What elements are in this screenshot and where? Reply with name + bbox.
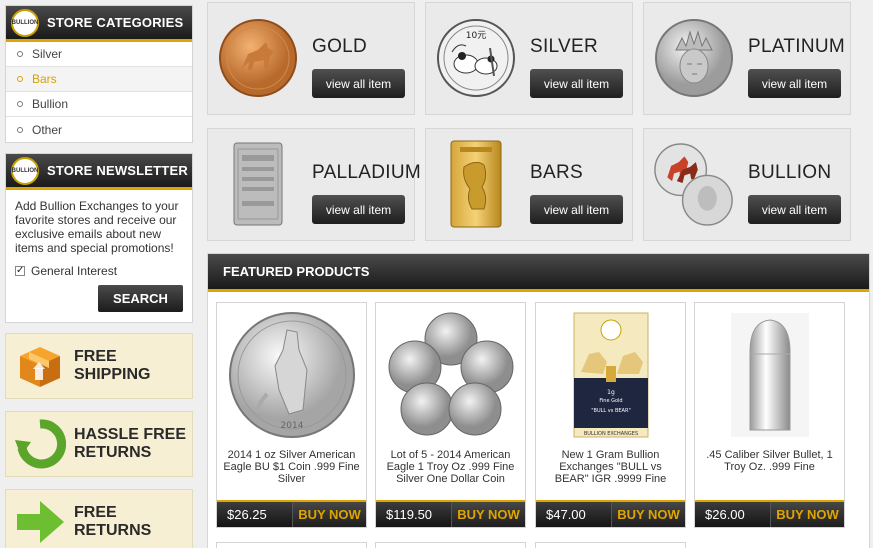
store-newsletter-title: STORE NEWSLETTER bbox=[47, 163, 188, 178]
product-title[interactable]: New 1 Gram Bullion Exchanges "BULL vs BE… bbox=[542, 449, 679, 485]
right-arrow-icon bbox=[14, 496, 66, 548]
view-all-palladium-button[interactable]: view all item bbox=[312, 195, 405, 224]
promo-text: FREE SHIPPING bbox=[74, 348, 151, 383]
category-item-other[interactable]: Other bbox=[6, 117, 192, 142]
product-title[interactable]: Lot of 5 - 2014 American Eagle 1 Troy Oz… bbox=[382, 449, 519, 485]
view-all-bars-button[interactable]: view all item bbox=[530, 195, 623, 224]
promo-text: FREE RETURNS bbox=[74, 504, 152, 539]
buy-now-button[interactable]: BUY NOW bbox=[451, 502, 525, 527]
tile-silver[interactable]: 10元 SILVER view all item bbox=[425, 2, 633, 115]
svg-text:10元: 10元 bbox=[466, 31, 486, 41]
tile-bullion[interactable]: BULLION view all item bbox=[643, 128, 851, 241]
product-title[interactable]: 2014 1 oz Silver American Eagle BU $1 Co… bbox=[223, 449, 360, 485]
bullet-icon bbox=[17, 101, 23, 107]
store-newsletter-header: BULLION STORE NEWSLETTER bbox=[6, 154, 192, 190]
tile-platinum[interactable]: PLATINUM view all item bbox=[643, 2, 851, 115]
gold-coin-icon bbox=[218, 15, 298, 100]
tile-gold[interactable]: GOLD view all item bbox=[207, 2, 415, 115]
store-categories-header: BULLION STORE CATEGORIES bbox=[6, 6, 192, 42]
free-shipping-promo[interactable]: FREE SHIPPING bbox=[5, 333, 193, 399]
category-label: Other bbox=[32, 122, 63, 137]
svg-text:"BULL vs BEAR": "BULL vs BEAR" bbox=[591, 408, 631, 414]
product-title[interactable]: .45 Caliber Silver Bullet, 1 Troy Oz. .9… bbox=[701, 449, 838, 473]
box-icon bbox=[14, 340, 66, 392]
silver-eagle-coin-icon: 2014 bbox=[225, 309, 359, 441]
promo-text: HASSLE FREE RETURNS bbox=[74, 426, 187, 461]
bullet-icon bbox=[17, 76, 23, 82]
newsletter-body: Add Bullion Exchanges to your favorite s… bbox=[6, 190, 192, 322]
svg-text:1g: 1g bbox=[607, 389, 615, 396]
store-categories-title: STORE CATEGORIES bbox=[47, 15, 184, 30]
featured-products: FEATURED PRODUCTS 2014 2014 1 oz Silver … bbox=[207, 253, 870, 548]
product-price-bar: $119.50 BUY NOW bbox=[376, 500, 525, 527]
bullion-logo-icon: BULLION bbox=[11, 8, 39, 37]
view-all-silver-button[interactable]: view all item bbox=[530, 69, 623, 98]
free-returns-promo[interactable]: FREE RETURNS bbox=[5, 489, 193, 548]
store-newsletter-panel: BULLION STORE NEWSLETTER Add Bullion Exc… bbox=[5, 153, 193, 323]
bullet-icon bbox=[17, 51, 23, 57]
tile-palladium[interactable]: PALLADIUM view all item bbox=[207, 128, 421, 241]
product-card[interactable]: 1g Fine Gold "BULL vs BEAR" BULLION EXCH… bbox=[535, 302, 686, 528]
product-price: $119.50 bbox=[386, 507, 433, 522]
bullion-logo-icon: BULLION bbox=[11, 156, 39, 185]
newsletter-text: Add Bullion Exchanges to your favorite s… bbox=[15, 199, 179, 255]
checkbox-label: General Interest bbox=[31, 264, 118, 278]
platinum-liberty-coin-icon bbox=[654, 15, 734, 100]
gold-gram-card-icon: 1g Fine Gold "BULL vs BEAR" BULLION EXCH… bbox=[544, 309, 678, 441]
bullet-icon bbox=[17, 126, 23, 133]
store-categories-panel: BULLION STORE CATEGORIES Silver Bars Bul… bbox=[5, 5, 193, 143]
buy-now-button[interactable]: BUY NOW bbox=[770, 502, 844, 527]
tile-title: PLATINUM bbox=[748, 36, 846, 57]
product-card[interactable]: 2014 2014 1 oz Silver American Eagle BU … bbox=[216, 302, 367, 528]
tile-title: PALLADIUM bbox=[312, 162, 421, 183]
product-price: $26.00 bbox=[705, 507, 745, 522]
category-item-silver[interactable]: Silver bbox=[6, 42, 192, 67]
colored-horse-coin-icon bbox=[654, 141, 734, 226]
product-price: $47.00 bbox=[546, 507, 586, 522]
tile-title: BARS bbox=[530, 162, 583, 183]
tile-title: GOLD bbox=[312, 36, 368, 57]
silver-bullet-icon bbox=[703, 309, 837, 441]
tile-title: SILVER bbox=[530, 36, 598, 57]
category-item-bullion[interactable]: Bullion bbox=[6, 92, 192, 117]
product-price-bar: $26.25 BUY NOW bbox=[217, 500, 366, 527]
buy-now-button[interactable]: BUY NOW bbox=[292, 502, 366, 527]
product-card-next-row[interactable] bbox=[375, 542, 526, 548]
view-all-platinum-button[interactable]: view all item bbox=[748, 69, 841, 98]
gold-bar-icon bbox=[436, 140, 516, 227]
view-all-gold-button[interactable]: view all item bbox=[312, 69, 405, 98]
product-card-next-row[interactable] bbox=[216, 542, 367, 548]
category-item-bars[interactable]: Bars bbox=[6, 67, 192, 92]
sidebar: BULLION STORE CATEGORIES Silver Bars Bul… bbox=[5, 5, 193, 548]
checkbox-checked-icon[interactable] bbox=[15, 264, 25, 278]
refresh-arrow-icon bbox=[14, 418, 66, 470]
palladium-bar-icon bbox=[218, 141, 298, 226]
featured-products-header: FEATURED PRODUCTS bbox=[208, 254, 869, 292]
five-silver-coins-icon bbox=[384, 309, 518, 441]
view-all-bullion-button[interactable]: view all item bbox=[748, 195, 841, 224]
product-price-bar: $47.00 BUY NOW bbox=[536, 500, 685, 527]
search-button[interactable]: SEARCH bbox=[98, 285, 183, 312]
buy-now-button[interactable]: BUY NOW bbox=[611, 502, 685, 527]
category-label: Bars bbox=[32, 72, 57, 86]
tile-bars[interactable]: BARS view all item bbox=[425, 128, 633, 241]
tile-title: BULLION bbox=[748, 162, 832, 183]
category-list: Silver Bars Bullion Other bbox=[6, 42, 192, 142]
general-interest-checkbox[interactable]: General Interest bbox=[15, 264, 183, 278]
hassle-free-returns-promo[interactable]: HASSLE FREE RETURNS bbox=[5, 411, 193, 477]
category-label: Silver bbox=[32, 47, 63, 61]
product-card[interactable]: .45 Caliber Silver Bullet, 1 Troy Oz. .9… bbox=[694, 302, 845, 528]
svg-text:Fine Gold: Fine Gold bbox=[599, 398, 622, 404]
svg-text:2014: 2014 bbox=[281, 421, 304, 431]
product-price: $26.25 bbox=[227, 507, 267, 522]
silver-panda-coin-icon: 10元 bbox=[436, 15, 516, 100]
category-label: Bullion bbox=[32, 97, 69, 111]
product-card-next-row[interactable] bbox=[535, 542, 686, 548]
product-card[interactable]: Lot of 5 - 2014 American Eagle 1 Troy Oz… bbox=[375, 302, 526, 528]
product-price-bar: $26.00 BUY NOW bbox=[695, 500, 844, 527]
svg-text:BULLION EXCHANGES: BULLION EXCHANGES bbox=[584, 431, 638, 437]
